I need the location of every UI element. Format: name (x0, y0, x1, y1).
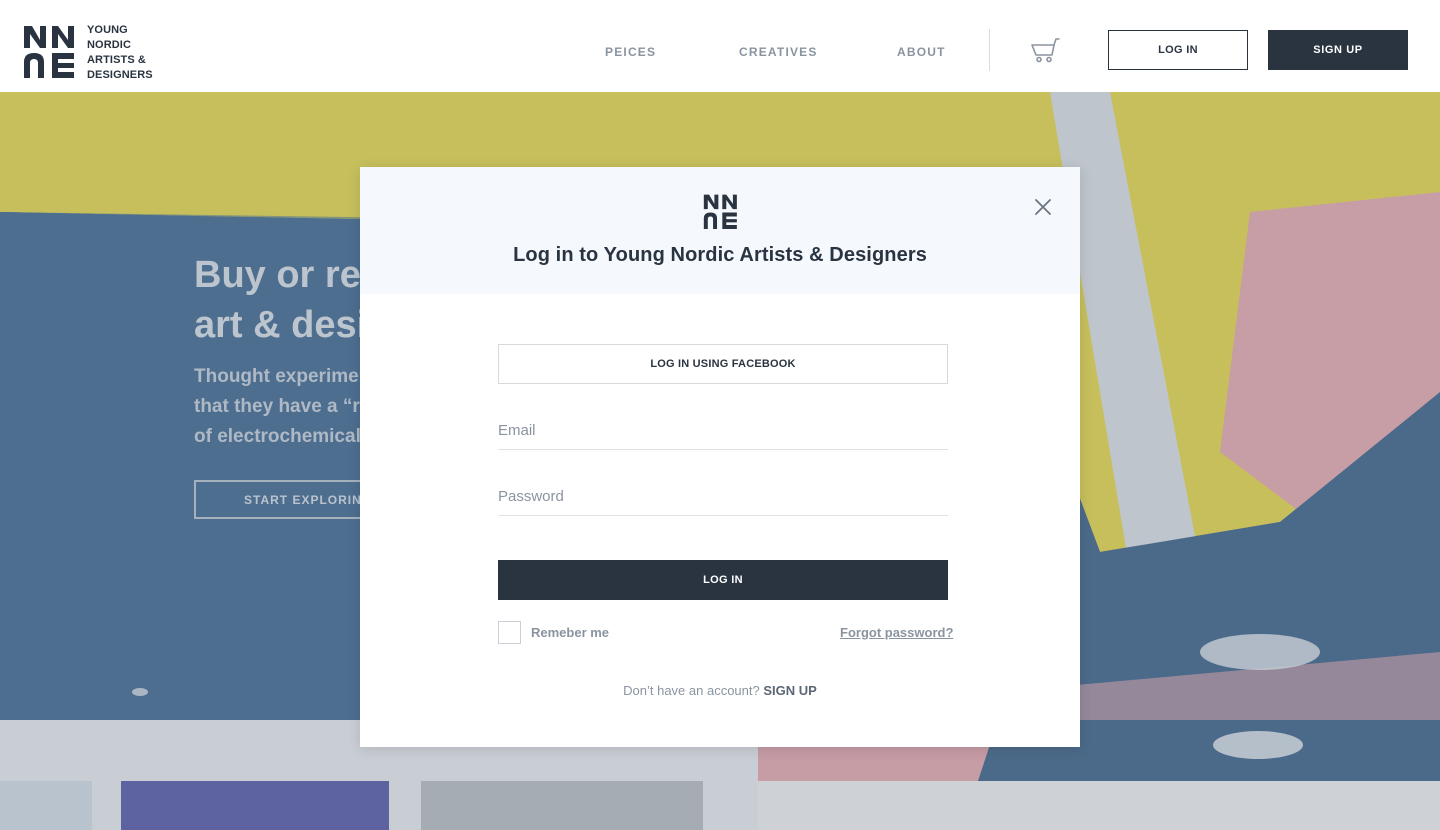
cart-icon[interactable] (1030, 36, 1060, 64)
login-submit-button[interactable]: LOG IN (498, 560, 948, 600)
brand-line: DESIGNERS (87, 69, 153, 81)
signup-prompt-text: Don’t have an account? (623, 683, 760, 698)
ynad-logo-icon (703, 194, 737, 229)
close-icon (1035, 199, 1051, 215)
nav-item-pieces[interactable]: PEICES (605, 45, 656, 59)
forgot-password-link[interactable]: Forgot password? (840, 625, 953, 640)
brand-name: YOUNG NORDIC ARTISTS & DESIGNERS (87, 23, 153, 83)
modal-title: Log in to Young Nordic Artists & Designe… (513, 244, 927, 266)
brand-line: NORDIC (87, 39, 131, 51)
nav-item-creatives[interactable]: CREATIVES (739, 45, 818, 59)
brand-logo[interactable]: YOUNG NORDIC ARTISTS & DESIGNERS (24, 22, 153, 83)
password-field[interactable] (498, 478, 948, 516)
header-login-button[interactable]: LOG IN (1108, 30, 1248, 70)
site-header: YOUNG NORDIC ARTISTS & DESIGNERS PEICES … (0, 0, 1440, 92)
nav-item-about[interactable]: ABOUT (897, 45, 946, 59)
signup-prompt: Don’t have an account? SIGN UP (360, 683, 1080, 698)
login-modal: Log in to Young Nordic Artists & Designe… (360, 167, 1080, 747)
remember-me-label[interactable]: Remeber me (531, 625, 609, 640)
brand-line: ARTISTS & (87, 54, 146, 66)
facebook-login-button[interactable]: LOG IN USING FACEBOOK (498, 344, 948, 384)
ynad-logo-icon (24, 26, 74, 78)
modal-header: Log in to Young Nordic Artists & Designe… (360, 167, 1080, 294)
remember-me-control[interactable]: Remeber me (498, 621, 609, 644)
signup-link[interactable]: SIGN UP (763, 683, 816, 698)
close-button[interactable] (1030, 194, 1056, 220)
nav-divider (989, 29, 990, 71)
remember-me-checkbox[interactable] (498, 621, 521, 644)
header-signup-button[interactable]: SIGN UP (1268, 30, 1408, 70)
email-field[interactable] (498, 412, 948, 450)
brand-line: YOUNG (87, 24, 128, 36)
